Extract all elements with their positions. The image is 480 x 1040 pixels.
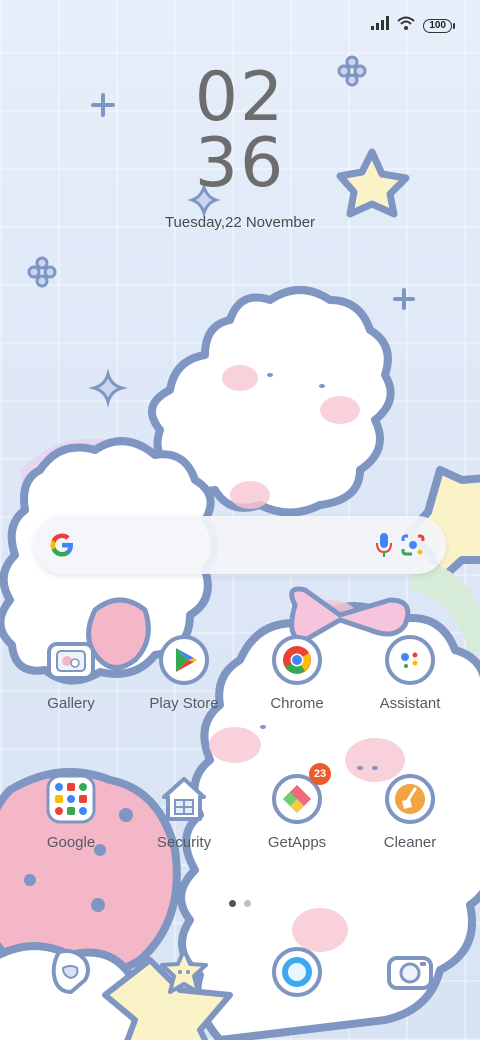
play-store-icon[interactable] bbox=[158, 634, 210, 686]
clock-hour: 02 bbox=[194, 58, 286, 137]
getapps-icon[interactable]: 23 bbox=[271, 763, 331, 825]
app-label: Google bbox=[46, 834, 96, 851]
app-gallery[interactable]: Gallery bbox=[21, 634, 121, 712]
app-label: Security bbox=[156, 834, 212, 851]
google-g-icon[interactable] bbox=[48, 531, 76, 564]
chrome-icon[interactable] bbox=[271, 634, 323, 686]
date-label: Tuesday,22 November bbox=[164, 214, 316, 231]
app-security[interactable]: Security bbox=[134, 773, 234, 851]
app-assistant[interactable]: Assistant bbox=[360, 634, 460, 712]
messages-star-icon[interactable] bbox=[158, 946, 210, 998]
app-cleaner[interactable]: Cleaner bbox=[360, 773, 460, 851]
status-bar: 100 bbox=[371, 16, 455, 35]
app-label: Chrome bbox=[270, 695, 324, 712]
google-folder-icon[interactable] bbox=[45, 773, 97, 825]
dock-phone[interactable] bbox=[21, 946, 121, 998]
dock-browser[interactable] bbox=[247, 946, 347, 998]
page-dot bbox=[244, 900, 251, 907]
lens-camera-icon[interactable] bbox=[400, 533, 426, 562]
page-indicator bbox=[229, 900, 251, 907]
battery-icon: 100 bbox=[423, 18, 455, 33]
wifi-icon bbox=[397, 16, 415, 35]
dock-messages[interactable] bbox=[134, 946, 234, 998]
app-getapps[interactable]: 23 GetApps bbox=[247, 763, 347, 851]
browser-icon[interactable] bbox=[271, 946, 323, 998]
cleaner-broom-icon[interactable] bbox=[384, 773, 436, 825]
clock-minute: 36 bbox=[194, 124, 286, 203]
notification-badge: 23 bbox=[309, 763, 331, 785]
dock-camera[interactable] bbox=[360, 946, 460, 998]
app-chrome[interactable]: Chrome bbox=[247, 634, 347, 712]
app-label: Assistant bbox=[379, 695, 441, 712]
app-play-store[interactable]: Play Store bbox=[134, 634, 234, 712]
security-house-icon[interactable] bbox=[158, 773, 210, 825]
gallery-icon[interactable] bbox=[45, 634, 97, 686]
app-label: Cleaner bbox=[383, 834, 437, 851]
phone-icon[interactable] bbox=[45, 946, 97, 998]
home-screen: 100 02 36 Tuesday,22 November Gallery Pl… bbox=[0, 0, 480, 1040]
app-label: Play Store bbox=[149, 695, 219, 712]
app-label: Gallery bbox=[47, 695, 95, 712]
assistant-icon[interactable] bbox=[384, 634, 436, 686]
microphone-icon[interactable] bbox=[376, 532, 392, 563]
app-label: GetApps bbox=[267, 834, 327, 851]
camera-icon[interactable] bbox=[384, 946, 436, 998]
app-google-folder[interactable]: Google bbox=[21, 773, 121, 851]
google-search-bar[interactable] bbox=[34, 516, 446, 574]
signal-icon bbox=[371, 16, 390, 35]
page-dot-active bbox=[229, 900, 236, 907]
